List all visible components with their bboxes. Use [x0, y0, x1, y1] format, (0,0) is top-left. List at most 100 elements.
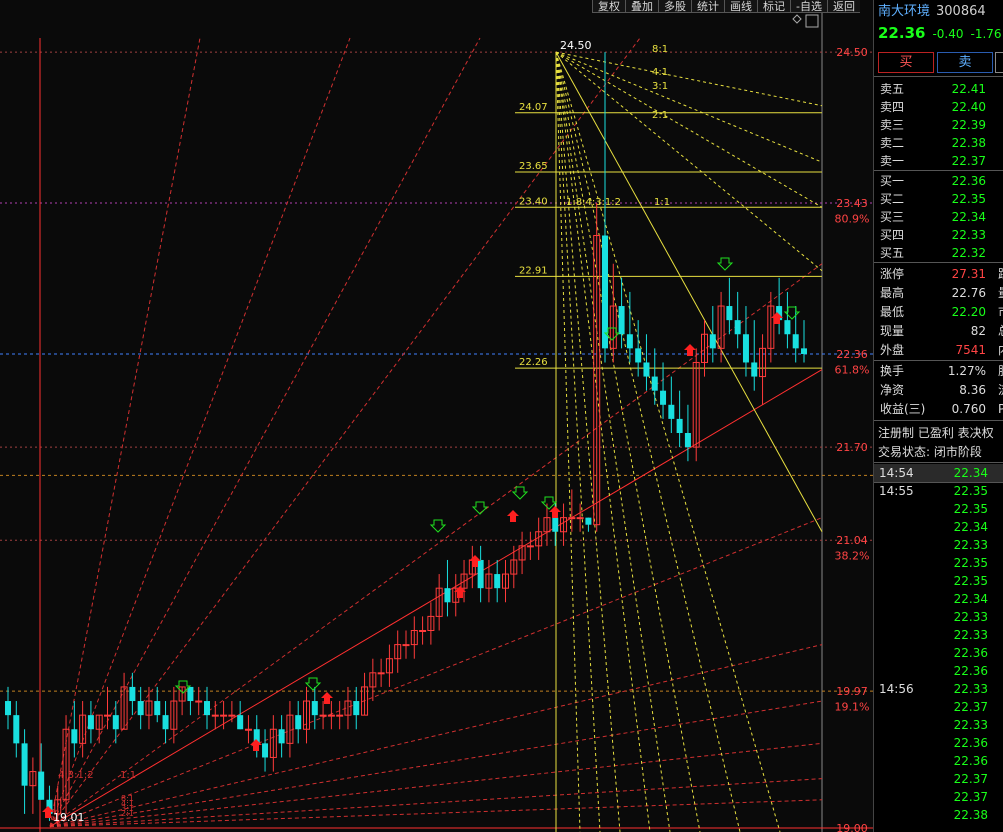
tick-price: 22.36 [953, 736, 988, 750]
quote-row-label: 买四 [880, 228, 905, 242]
quote-row-value: 22.40 [951, 100, 986, 114]
quote-row-value: 82 [970, 324, 986, 338]
quote-row-value: 22.39 [951, 118, 986, 132]
quote-row-extra: 总 [998, 322, 1003, 340]
candle-body [626, 334, 633, 349]
candle-body [162, 715, 169, 730]
quote-row-extra: 流 [998, 381, 1003, 399]
quote-row-value: 22.37 [951, 154, 986, 168]
toolbar-button[interactable]: 统计 [691, 0, 724, 13]
tick-row: 14:56 22.33 [874, 680, 1003, 698]
tick-price: 22.37 [953, 772, 988, 786]
candle-body [195, 700, 203, 703]
gann-fan-line [49, 799, 823, 828]
candle-body [660, 390, 667, 405]
gann-fan-line [49, 778, 823, 828]
candle-body [129, 686, 136, 702]
gann-ratio-label: 1:8:4:3:1:2 [566, 197, 621, 208]
candle-body [204, 701, 210, 716]
quote-row-extra: 内 [998, 341, 1003, 359]
gann-ratio-label: 4:1 [652, 67, 668, 78]
tick-row: 22.36 [874, 734, 1003, 752]
high-price-label: 24.50 [560, 39, 592, 52]
candle-body [336, 714, 344, 717]
candle-body [21, 743, 28, 786]
quote-row-value: 22.41 [951, 82, 986, 96]
quote-row-label: 卖五 [880, 82, 905, 96]
quote-row: 卖二 22.38 [874, 134, 1003, 152]
quote-row-label: 买二 [880, 192, 905, 206]
quote-row: 现量 82 总 [874, 322, 1003, 340]
buy-button[interactable]: 买 [878, 52, 934, 73]
toolbar-button[interactable]: -自选 [790, 0, 827, 13]
quote-row-extra: 市 [998, 303, 1003, 321]
gann-ratio-label: 8:1 [652, 44, 668, 55]
gann-ratio-label: 2:1 [121, 809, 134, 818]
tick-row: 22.35 [874, 500, 1003, 518]
candle-body [444, 588, 451, 603]
quote-row-value: 22.20 [951, 305, 986, 319]
toolbar-button[interactable]: 复权 [592, 0, 625, 13]
candle-body [87, 715, 94, 730]
candle-body [568, 517, 576, 520]
toolbar-button[interactable]: 叠加 [625, 0, 658, 13]
sell-button[interactable]: 卖 [937, 52, 993, 73]
tick-row: 22.36 [874, 644, 1003, 662]
gann-ratio-label: 1:1 [654, 197, 670, 208]
candle-body [295, 715, 302, 730]
quote-row: 外盘 7541 内 [874, 341, 1003, 359]
toolbar-button[interactable]: 画线 [724, 0, 757, 13]
quote-row-label: 卖一 [880, 154, 905, 168]
candle-body [684, 433, 691, 448]
quote-row: 收益(三) 0.760 P [874, 400, 1003, 418]
stock-name[interactable]: 南大环境 [878, 4, 930, 19]
quote-row: 换手 1.27% 股 [874, 362, 1003, 380]
gann-fan-line [49, 742, 823, 828]
window-icon [805, 14, 819, 28]
toolbar-button[interactable]: 多股 [658, 0, 691, 13]
candle-body [262, 743, 269, 758]
quote-row: 涨停 27.31 跌 [874, 265, 1003, 283]
tick-time: 14:56 [879, 682, 914, 696]
candle-body [494, 574, 501, 589]
gann-ratio-label: 1:1 [120, 770, 136, 781]
quote-row-label: 买一 [880, 174, 905, 188]
gann-fan-line [555, 52, 651, 832]
registration-note: 注册制 已盈利 表决权 [878, 426, 994, 440]
quote-row: 净资 8.36 流 [874, 381, 1003, 399]
quote-row-value: 22.32 [951, 246, 986, 260]
toolbar-button[interactable]: 返回 [826, 0, 860, 13]
gann-ratio-label: 2:1 [652, 110, 668, 121]
candle-body [618, 306, 625, 335]
tick-row: 14:55 22.35 [874, 482, 1003, 500]
tick-row: 22.37 [874, 770, 1003, 788]
candle-body [327, 714, 335, 717]
toolbar-button[interactable]: 标记 [757, 0, 790, 13]
candle-body [742, 334, 749, 363]
quote-row-label: 最高 [880, 286, 905, 300]
tick-row: 22.37 [874, 698, 1003, 716]
candle-body [228, 714, 236, 717]
quote-row-value: 8.36 [959, 383, 986, 397]
gann-fan-line [555, 51, 823, 272]
tick-price: 22.35 [953, 484, 988, 498]
price-axis-label: 22.36 [836, 348, 868, 361]
quote-row-value: 22.35 [951, 192, 986, 206]
extra-button[interactable] [995, 52, 1003, 73]
tick-price: 22.35 [953, 502, 988, 516]
price-axis-label: 24.50 [836, 46, 868, 59]
gann-level-label: 22.26 [519, 357, 548, 368]
price-axis-label: 19.00 [836, 822, 868, 832]
candle-body [526, 545, 534, 548]
quote-row-label: 净资 [880, 383, 905, 397]
kline-chart[interactable]: 24.07 23.65 23.40 22.91 22.26 8:1 4:1 3:1 2:1 1:1… [0, 0, 873, 832]
tick-row: 22.33 [874, 536, 1003, 554]
price-line: 22.36 -0.40 -1.76 [878, 24, 1002, 42]
price-change: -0.40 [932, 27, 964, 41]
tick-row: 22.35 [874, 572, 1003, 590]
sell-signal-icon [304, 677, 322, 691]
tick-price: 22.34 [953, 466, 988, 480]
gann-fan-line [555, 51, 741, 832]
candle-body [237, 715, 244, 730]
quote-row-label: 收益(三) [880, 402, 926, 416]
